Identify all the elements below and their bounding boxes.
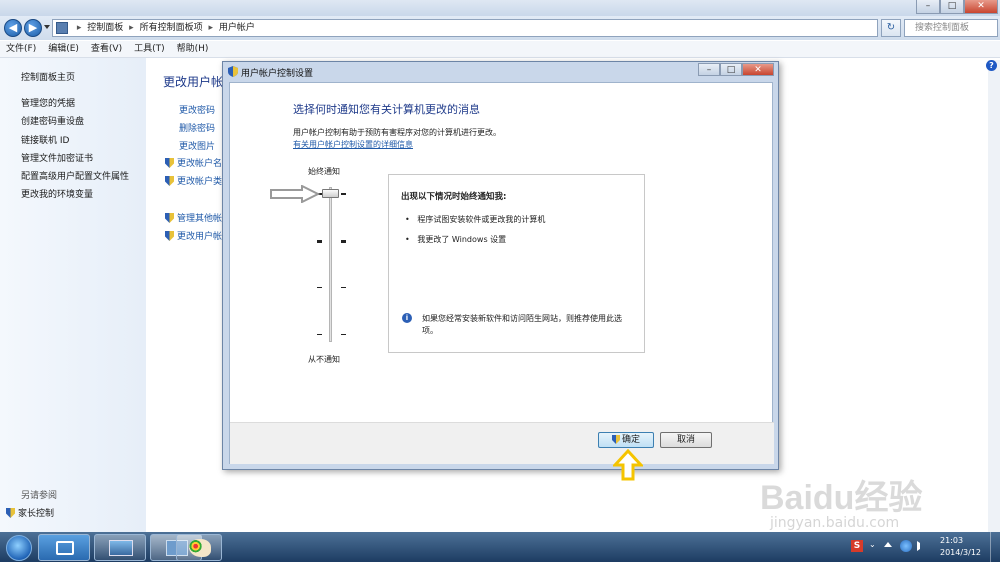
breadcrumb-separator: ▸ [208,23,213,33]
dialog-description: 用户帐户控制有助于预防有害程序对您的计算机进行更改。 [293,128,501,137]
ime-options-icon[interactable]: ⌄ [869,540,876,549]
breadcrumb-separator: ▸ [129,23,134,33]
search-input[interactable]: 搜索控制面板 [904,19,998,37]
info-bullet: • 我更改了 Windows 设置 [405,235,507,244]
remove-password-link[interactable]: 删除密码 [179,121,215,134]
shield-icon [165,231,174,241]
dialog-body: 选择何时通知您有关计算机更改的消息 用户帐户控制有助于预防有害程序对您的计算机进… [229,82,774,464]
info-title: 出现以下情况时始终通知我: [401,192,507,202]
network-icon[interactable] [900,540,912,552]
taskbar-app-2[interactable] [94,534,146,561]
menu-tools[interactable]: 工具(T) [128,41,171,58]
sidebar-link-encryption[interactable]: 管理文件加密证书 [21,151,93,164]
watermark-url: jingyan.baidu.com [770,515,900,531]
shield-icon [165,158,174,168]
info-bullet: • 程序试图安装软件或更改我的计算机 [405,215,546,224]
slider-top-label: 始终通知 [308,167,340,176]
menu-file[interactable]: 文件(F) [0,41,42,58]
taskbar: S ⌄ 21:03 2014/3/12 [0,532,1000,562]
help-icon[interactable]: ? [986,60,997,71]
dialog-close-button[interactable]: ✕ [742,63,774,76]
window-maximize-button[interactable]: □ [940,0,964,14]
dialog-footer: 确定 取消 [230,422,774,464]
sidebar-link-env-vars[interactable]: 更改我的环境变量 [21,187,93,200]
paint-palette-icon [189,539,211,557]
watermark-logo: Baidu经验 [760,479,923,517]
annotation-arrow-up-icon [613,449,643,481]
navigation-bar: ◀ ▶ ▸ 控制面板 ▸ 所有控制面板项 ▸ 用户帐户 ↻ 搜索控制面板 [0,16,1000,40]
clock-date[interactable]: 2014/3/12 [940,548,981,557]
shield-icon [165,176,174,186]
back-button[interactable]: ◀ [4,19,22,37]
annotation-arrow-right-icon [270,185,320,203]
sidebar-link-reset-disk[interactable]: 创建密码重设盘 [21,114,84,127]
show-desktop-button[interactable] [990,532,1000,562]
info-tip: 如果您经常安装新软件和访问陌生网站，则推荐使用此选项。 [422,314,622,335]
shield-icon [611,435,620,444]
sidebar-link-profile[interactable]: 配置高级用户配置文件属性 [21,169,129,182]
breadcrumb-all-items[interactable]: 所有控制面板项 [140,20,203,36]
control-panel-icon [56,22,68,34]
info-panel: 出现以下情况时始终通知我: • 程序试图安装软件或更改我的计算机 • 我更改了 … [388,174,645,353]
shield-icon [228,66,238,77]
page-title: 更改用户帐 [163,75,224,89]
cancel-button[interactable]: 取消 [660,432,712,448]
slider-bottom-label: 从不通知 [308,355,340,364]
start-button[interactable] [6,535,32,561]
window-close-button[interactable]: ✕ [964,0,998,14]
ime-icon[interactable]: S [851,540,863,552]
shield-icon [165,213,174,223]
system-tray: S ⌄ 21:03 2014/3/12 [842,532,1000,562]
breadcrumb-control-panel[interactable]: 控制面板 [87,20,123,36]
app-icon [56,541,74,555]
slider-track[interactable] [329,187,332,342]
taskbar-paint[interactable] [176,534,222,561]
menu-bar: 文件(F) 编辑(E) 查看(V) 工具(T) 帮助(H) [0,41,1000,58]
menu-view[interactable]: 查看(V) [85,41,128,58]
change-account-type-link[interactable]: 更改帐户类 [165,174,222,187]
ok-button[interactable]: 确定 [598,432,654,448]
change-picture-link[interactable]: 更改图片 [179,139,215,152]
sidebar-link-online-id[interactable]: 链接联机 ID [21,133,69,146]
change-account-name-link[interactable]: 更改帐户名 [165,156,222,169]
menu-help[interactable]: 帮助(H) [171,41,215,58]
forward-button[interactable]: ▶ [24,19,42,37]
volume-icon[interactable] [917,541,927,551]
manage-other-accounts-link[interactable]: 管理其他帐 [165,211,222,224]
address-bar[interactable]: ▸ 控制面板 ▸ 所有控制面板项 ▸ 用户帐户 [52,19,878,37]
taskbar-app-1[interactable] [38,534,90,561]
breadcrumb-user-accounts[interactable]: 用户帐户 [219,20,255,36]
dialog-heading: 选择何时通知您有关计算机更改的消息 [293,103,480,116]
dialog-maximize-button[interactable]: □ [720,63,742,76]
sidebar-see-also: 另请参阅 [21,491,58,501]
slider-thumb[interactable] [322,189,339,198]
info-icon: i [402,313,412,323]
show-hidden-icons[interactable] [884,542,892,547]
clock-time[interactable]: 21:03 [940,536,963,545]
sidebar-home-link[interactable]: 控制面板主页 [21,70,75,83]
learn-more-link[interactable]: 有关用户帐户控制设置的详细信息 [293,139,413,150]
dialog-minimize-button[interactable]: – [698,63,720,76]
dialog-title: 用户帐户控制设置 [241,69,314,79]
change-uac-settings-link[interactable]: 更改用户帐 [165,229,222,242]
window-titlebar: – □ ✕ [0,0,1000,16]
window-minimize-button[interactable]: – [916,0,940,14]
shield-icon [6,508,15,518]
menu-edit[interactable]: 编辑(E) [42,41,85,58]
recent-pages-dropdown-icon[interactable] [44,25,50,29]
uac-settings-dialog: 用户帐户控制设置 – □ ✕ 选择何时通知您有关计算机更改的消息 用户帐户控制有… [222,61,779,470]
sidebar-link-credentials[interactable]: 管理您的凭据 [21,96,75,109]
change-password-link[interactable]: 更改密码 [179,103,215,116]
refresh-button[interactable]: ↻ [881,19,901,37]
picture-viewer-icon [109,540,133,556]
sidebar: 控制面板主页 管理您的凭据 创建密码重设盘 链接联机 ID 管理文件加密证书 配… [0,58,146,532]
scrollbar[interactable] [988,60,1000,532]
breadcrumb-separator: ▸ [76,23,82,33]
sidebar-link-parental[interactable]: 家长控制 [6,506,54,519]
